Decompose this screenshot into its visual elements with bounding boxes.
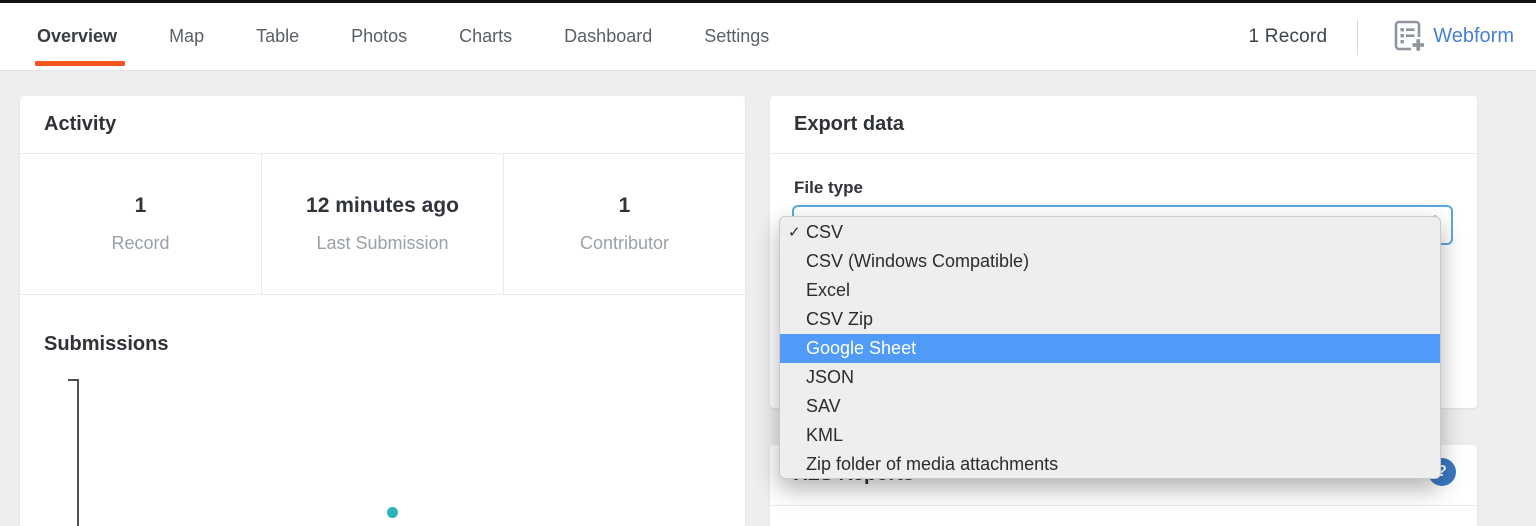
stat-value: 1 [618, 194, 631, 217]
stat-label: Last Submission [316, 233, 449, 253]
stat-record: 1 Record [20, 154, 262, 294]
stat-label: Record [111, 233, 170, 253]
stat-value: 1 [134, 194, 147, 217]
y-axis-line [77, 379, 79, 526]
dropdown-option-csv[interactable]: ✓ CSV [780, 218, 1440, 247]
webform-icon [1394, 20, 1425, 53]
submissions-chart [20, 379, 745, 526]
webform-label: Webform [1433, 25, 1514, 47]
navbar-right-group: 1 Record Webform [1249, 3, 1514, 70]
webform-button[interactable]: Webform [1394, 20, 1514, 53]
export-card-header: Export data [770, 96, 1477, 154]
tab-overview[interactable]: Overview [34, 3, 126, 70]
dropdown-option-csv-zip[interactable]: CSV Zip [780, 305, 1440, 334]
dropdown-option-sav[interactable]: SAV [780, 392, 1440, 421]
tab-map[interactable]: Map [169, 3, 204, 70]
submissions-title: Submissions [44, 333, 169, 355]
dropdown-option-excel[interactable]: Excel [780, 276, 1440, 305]
file-type-label: File type [794, 178, 863, 197]
xls-header-divider [770, 505, 1477, 506]
navbar-divider [1357, 18, 1359, 55]
stat-contributor: 1 Contributor [504, 154, 745, 294]
activity-title: Activity [44, 113, 117, 135]
top-navbar: Overview Map Table Photos Charts Dashboard Set… [0, 3, 1536, 71]
tab-photos[interactable]: Photos [351, 3, 407, 70]
activity-card: Activity 1 Record 12 minutes ago Last Submi… [20, 96, 745, 526]
dropdown-option-kml[interactable]: KML [780, 421, 1440, 450]
dropdown-option-json[interactable]: JSON [780, 363, 1440, 392]
record-count: 1 Record [1248, 25, 1328, 47]
dropdown-option-csv-windows-compatible-[interactable]: CSV (Windows Compatible) [780, 247, 1440, 276]
app-screen: Overview Map Table Photos Charts Dashboard Set… [0, 0, 1536, 526]
dropdown-option-google-sheet[interactable]: Google Sheet [780, 334, 1440, 363]
export-data-title: Export data [794, 113, 905, 135]
stat-last-submission: 12 minutes ago Last Submission [262, 154, 504, 294]
activity-card-header: Activity [20, 96, 745, 154]
stat-label: Contributor [579, 233, 670, 253]
tab-table[interactable]: Table [256, 3, 299, 70]
submission-data-point [387, 507, 398, 518]
tab-settings[interactable]: Settings [704, 3, 769, 70]
nav-tabs: Overview Map Table Photos Charts Dashboard Set… [0, 3, 769, 70]
activity-stats-row: 1 Record 12 minutes ago Last Submission 1 Con… [20, 154, 745, 295]
checkmark-icon: ✓ [788, 224, 801, 241]
tab-charts[interactable]: Charts [459, 3, 512, 70]
tab-dashboard[interactable]: Dashboard [564, 3, 652, 70]
file-type-dropdown-menu: ✓ CSV CSV (Windows Compatible) Excel CSV Zip… [779, 216, 1441, 479]
dropdown-option-zip-folder-of-media-attachments[interactable]: Zip folder of media attachments [780, 450, 1440, 478]
stat-value: 12 minutes ago [306, 194, 459, 217]
